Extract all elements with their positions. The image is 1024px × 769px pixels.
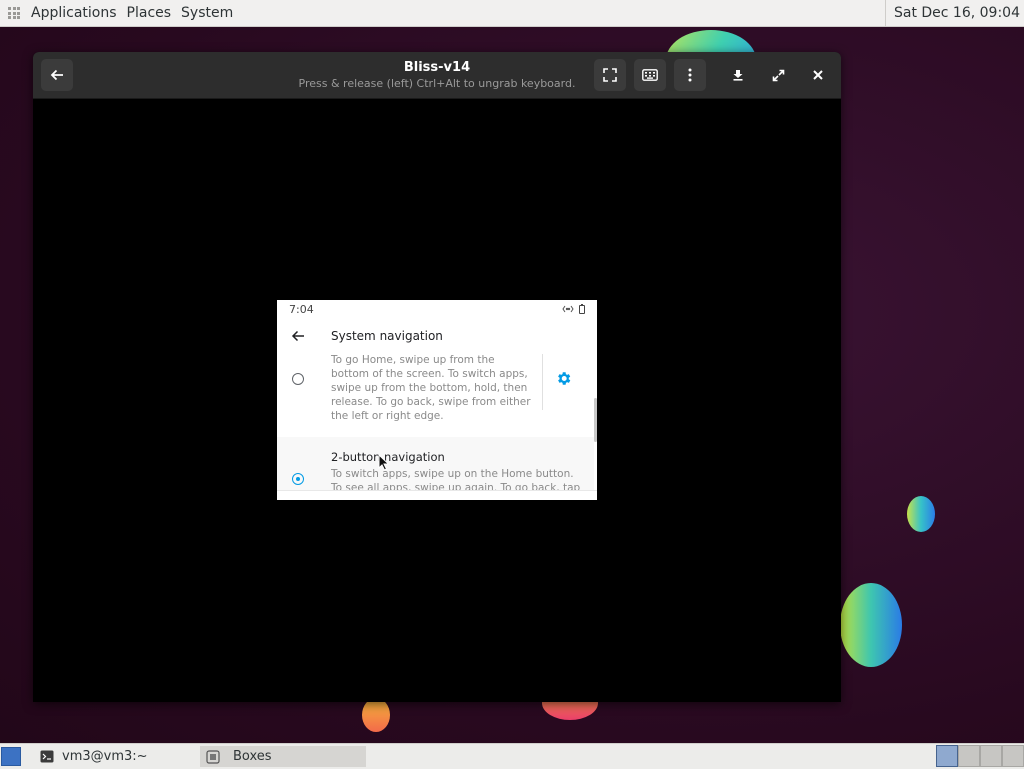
back-arrow-icon (50, 69, 63, 81)
boxes-icon (206, 749, 220, 764)
terminal-icon (40, 750, 54, 763)
back-button[interactable] (41, 59, 73, 91)
workspace-1[interactable] (936, 745, 958, 767)
wallpaper-bubble (840, 583, 902, 667)
taskbar: vm3@vm3:~ Boxes (0, 743, 1024, 769)
workspace-3[interactable] (980, 745, 1002, 767)
task-terminal-label: vm3@vm3:~ (62, 749, 148, 764)
fullscreen-icon (603, 68, 617, 82)
status-icons (562, 304, 585, 314)
clock[interactable]: Sat Dec 16, 09:04 (884, 0, 1020, 26)
wallpaper-bubble (362, 698, 390, 732)
menu-system[interactable]: System (176, 0, 238, 26)
task-boxes[interactable]: Boxes (200, 746, 366, 767)
gear-icon[interactable] (555, 370, 572, 387)
bottom-edge (277, 490, 597, 500)
menu-button[interactable] (674, 59, 706, 91)
maximize-button[interactable] (762, 59, 794, 91)
scrollbar[interactable] (594, 398, 597, 442)
window-subtitle: Press & release (left) Ctrl+Alt to ungra… (298, 77, 576, 90)
show-desktop-button[interactable] (1, 747, 21, 766)
gesture-navigation-description: To go Home, swipe up from the bottom of … (331, 354, 531, 422)
boxes-window: Bliss-v14 Press & release (left) Ctrl+Al… (33, 52, 841, 702)
top-panel: Applications Places System Sat Dec 16, 0… (0, 0, 1024, 27)
back-arrow-icon[interactable] (291, 329, 305, 343)
minimize-button[interactable] (722, 59, 754, 91)
mouse-pointer-icon (378, 454, 390, 471)
task-boxes-label: Boxes (233, 749, 272, 764)
status-time: 7:04 (289, 303, 314, 316)
task-terminal[interactable]: vm3@vm3:~ (34, 746, 200, 767)
gesture-navigation-radio[interactable] (292, 373, 304, 385)
wallpaper-bubble (907, 496, 935, 532)
keyboard-button[interactable] (634, 59, 666, 91)
minimize-icon (733, 70, 743, 81)
window-title: Bliss-v14 (403, 60, 471, 75)
fullscreen-button[interactable] (594, 59, 626, 91)
divider (542, 354, 543, 410)
maximize-icon (772, 69, 784, 81)
menu-applications[interactable]: Applications (26, 0, 122, 26)
battery-icon (579, 304, 585, 314)
two-button-navigation-radio[interactable] (292, 473, 304, 485)
ethernet-icon (562, 305, 574, 313)
close-button[interactable] (802, 59, 834, 91)
page-title: System navigation (331, 329, 443, 343)
close-icon (813, 70, 823, 80)
kebab-menu-icon (688, 68, 692, 82)
workspace-2[interactable] (958, 745, 980, 767)
keyboard-icon (642, 69, 658, 81)
header-bar: Bliss-v14 Press & release (left) Ctrl+Al… (33, 52, 841, 99)
vm-display[interactable]: 7:04 System navigation To go Home, swipe… (277, 300, 597, 500)
workspace-4[interactable] (1002, 745, 1024, 767)
menu-places[interactable]: Places (122, 0, 177, 26)
apps-grid-icon[interactable] (8, 7, 20, 19)
